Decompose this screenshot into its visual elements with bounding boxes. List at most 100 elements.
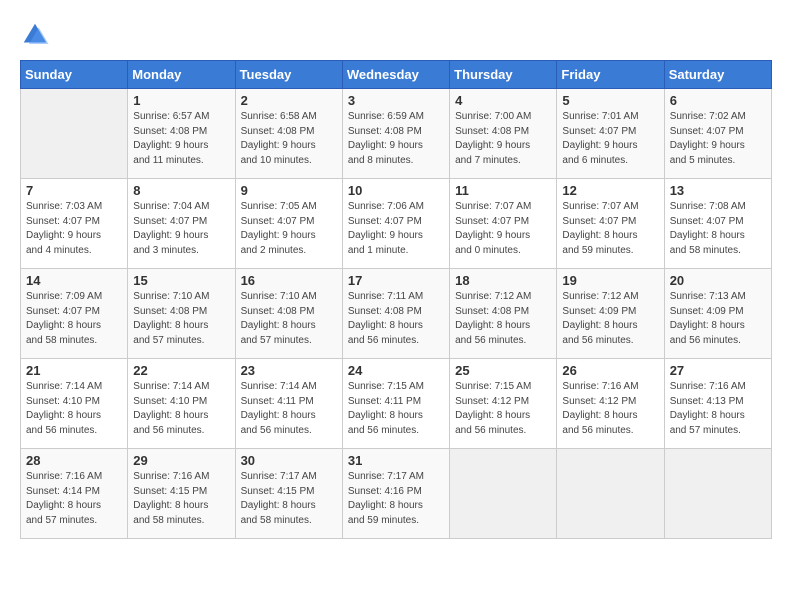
day-info: Sunrise: 7:02 AM Sunset: 4:07 PM Dayligh…	[670, 110, 766, 168]
day-info: Sunrise: 6:57 AM Sunset: 4:08 PM Dayligh…	[133, 110, 229, 168]
day-info: Sunrise: 7:17 AM Sunset: 4:15 PM Dayligh…	[241, 470, 337, 528]
day-info: Sunrise: 7:16 AM Sunset: 4:15 PM Dayligh…	[133, 470, 229, 528]
day-header-monday: Monday	[128, 61, 235, 89]
day-info: Sunrise: 7:15 AM Sunset: 4:12 PM Dayligh…	[455, 380, 551, 438]
day-number: 30	[241, 453, 337, 468]
day-header-tuesday: Tuesday	[235, 61, 342, 89]
day-info: Sunrise: 7:07 AM Sunset: 4:07 PM Dayligh…	[455, 200, 551, 258]
day-cell	[450, 449, 557, 539]
day-number: 26	[562, 363, 658, 378]
day-info: Sunrise: 7:08 AM Sunset: 4:07 PM Dayligh…	[670, 200, 766, 258]
day-cell: 17 Sunrise: 7:11 AM Sunset: 4:08 PM Dayli…	[342, 269, 449, 359]
day-cell: 18 Sunrise: 7:12 AM Sunset: 4:08 PM Dayli…	[450, 269, 557, 359]
day-number: 4	[455, 93, 551, 108]
day-info: Sunrise: 7:12 AM Sunset: 4:08 PM Dayligh…	[455, 290, 551, 348]
day-number: 23	[241, 363, 337, 378]
day-cell: 8 Sunrise: 7:04 AM Sunset: 4:07 PM Daylig…	[128, 179, 235, 269]
day-cell: 30 Sunrise: 7:17 AM Sunset: 4:15 PM Dayli…	[235, 449, 342, 539]
day-number: 12	[562, 183, 658, 198]
day-header-friday: Friday	[557, 61, 664, 89]
day-info: Sunrise: 7:09 AM Sunset: 4:07 PM Dayligh…	[26, 290, 122, 348]
week-row-3: 21 Sunrise: 7:14 AM Sunset: 4:10 PM Dayli…	[21, 359, 772, 449]
day-number: 10	[348, 183, 444, 198]
day-cell: 6 Sunrise: 7:02 AM Sunset: 4:07 PM Daylig…	[664, 89, 771, 179]
day-cell: 31 Sunrise: 7:17 AM Sunset: 4:16 PM Dayli…	[342, 449, 449, 539]
day-cell: 22 Sunrise: 7:14 AM Sunset: 4:10 PM Dayli…	[128, 359, 235, 449]
day-number: 24	[348, 363, 444, 378]
day-cell	[664, 449, 771, 539]
day-header-wednesday: Wednesday	[342, 61, 449, 89]
day-number: 31	[348, 453, 444, 468]
header	[20, 20, 772, 50]
day-cell: 27 Sunrise: 7:16 AM Sunset: 4:13 PM Dayli…	[664, 359, 771, 449]
day-cell: 9 Sunrise: 7:05 AM Sunset: 4:07 PM Daylig…	[235, 179, 342, 269]
day-cell: 23 Sunrise: 7:14 AM Sunset: 4:11 PM Dayli…	[235, 359, 342, 449]
day-info: Sunrise: 7:03 AM Sunset: 4:07 PM Dayligh…	[26, 200, 122, 258]
day-number: 9	[241, 183, 337, 198]
day-info: Sunrise: 6:59 AM Sunset: 4:08 PM Dayligh…	[348, 110, 444, 168]
day-info: Sunrise: 7:06 AM Sunset: 4:07 PM Dayligh…	[348, 200, 444, 258]
day-cell: 3Sunrise: 6:59 AM Sunset: 4:08 PM Daylig…	[342, 89, 449, 179]
logo-icon	[20, 20, 50, 50]
day-info: Sunrise: 7:04 AM Sunset: 4:07 PM Dayligh…	[133, 200, 229, 258]
day-cell: 11 Sunrise: 7:07 AM Sunset: 4:07 PM Dayli…	[450, 179, 557, 269]
day-info: Sunrise: 7:16 AM Sunset: 4:14 PM Dayligh…	[26, 470, 122, 528]
day-cell: 21 Sunrise: 7:14 AM Sunset: 4:10 PM Dayli…	[21, 359, 128, 449]
day-cell: 25 Sunrise: 7:15 AM Sunset: 4:12 PM Dayli…	[450, 359, 557, 449]
day-cell: 29 Sunrise: 7:16 AM Sunset: 4:15 PM Dayli…	[128, 449, 235, 539]
day-info: Sunrise: 7:16 AM Sunset: 4:12 PM Dayligh…	[562, 380, 658, 438]
day-number: 8	[133, 183, 229, 198]
day-number: 2	[241, 93, 337, 108]
day-number: 6	[670, 93, 766, 108]
day-number: 19	[562, 273, 658, 288]
day-number: 16	[241, 273, 337, 288]
day-number: 20	[670, 273, 766, 288]
day-info: Sunrise: 7:10 AM Sunset: 4:08 PM Dayligh…	[241, 290, 337, 348]
day-number: 28	[26, 453, 122, 468]
day-info: Sunrise: 7:07 AM Sunset: 4:07 PM Dayligh…	[562, 200, 658, 258]
day-number: 17	[348, 273, 444, 288]
week-row-4: 28 Sunrise: 7:16 AM Sunset: 4:14 PM Dayli…	[21, 449, 772, 539]
day-cell: 12 Sunrise: 7:07 AM Sunset: 4:07 PM Dayli…	[557, 179, 664, 269]
day-cell: 2 Sunrise: 6:58 AM Sunset: 4:08 PM Daylig…	[235, 89, 342, 179]
day-number: 7	[26, 183, 122, 198]
day-cell: 4 Sunrise: 7:00 AM Sunset: 4:08 PM Daylig…	[450, 89, 557, 179]
day-number: 13	[670, 183, 766, 198]
calendar-header-row: SundayMondayTuesdayWednesdayThursdayFrid…	[21, 61, 772, 89]
day-number: 29	[133, 453, 229, 468]
day-info: Sunrise: 7:16 AM Sunset: 4:13 PM Dayligh…	[670, 380, 766, 438]
day-header-sunday: Sunday	[21, 61, 128, 89]
day-info: Sunrise: 7:14 AM Sunset: 4:10 PM Dayligh…	[133, 380, 229, 438]
day-info: Sunrise: 7:00 AM Sunset: 4:08 PM Dayligh…	[455, 110, 551, 168]
week-row-2: 14 Sunrise: 7:09 AM Sunset: 4:07 PM Dayli…	[21, 269, 772, 359]
day-cell: 26 Sunrise: 7:16 AM Sunset: 4:12 PM Dayli…	[557, 359, 664, 449]
day-header-thursday: Thursday	[450, 61, 557, 89]
day-info: Sunrise: 7:11 AM Sunset: 4:08 PM Dayligh…	[348, 290, 444, 348]
day-cell	[557, 449, 664, 539]
day-number: 11	[455, 183, 551, 198]
day-info: Sunrise: 7:15 AM Sunset: 4:11 PM Dayligh…	[348, 380, 444, 438]
day-info: Sunrise: 7:17 AM Sunset: 4:16 PM Dayligh…	[348, 470, 444, 528]
day-cell: 15Sunrise: 7:10 AM Sunset: 4:08 PM Dayli…	[128, 269, 235, 359]
day-info: Sunrise: 7:12 AM Sunset: 4:09 PM Dayligh…	[562, 290, 658, 348]
week-row-0: 1Sunrise: 6:57 AM Sunset: 4:08 PM Daylig…	[21, 89, 772, 179]
day-cell: 19 Sunrise: 7:12 AM Sunset: 4:09 PM Dayli…	[557, 269, 664, 359]
day-number: 27	[670, 363, 766, 378]
day-number: 21	[26, 363, 122, 378]
calendar-table: SundayMondayTuesdayWednesdayThursdayFrid…	[20, 60, 772, 539]
day-number: 22	[133, 363, 229, 378]
day-header-saturday: Saturday	[664, 61, 771, 89]
day-info: Sunrise: 7:10 AM Sunset: 4:08 PM Dayligh…	[133, 290, 229, 348]
logo	[20, 20, 54, 50]
day-info: Sunrise: 7:05 AM Sunset: 4:07 PM Dayligh…	[241, 200, 337, 258]
day-number: 5	[562, 93, 658, 108]
day-info: Sunrise: 7:14 AM Sunset: 4:11 PM Dayligh…	[241, 380, 337, 438]
day-number: 25	[455, 363, 551, 378]
day-info: Sunrise: 7:01 AM Sunset: 4:07 PM Dayligh…	[562, 110, 658, 168]
day-info: Sunrise: 6:58 AM Sunset: 4:08 PM Dayligh…	[241, 110, 337, 168]
day-info: Sunrise: 7:14 AM Sunset: 4:10 PM Dayligh…	[26, 380, 122, 438]
day-cell	[21, 89, 128, 179]
day-number: 18	[455, 273, 551, 288]
day-cell: 13 Sunrise: 7:08 AM Sunset: 4:07 PM Dayli…	[664, 179, 771, 269]
day-number: 14	[26, 273, 122, 288]
